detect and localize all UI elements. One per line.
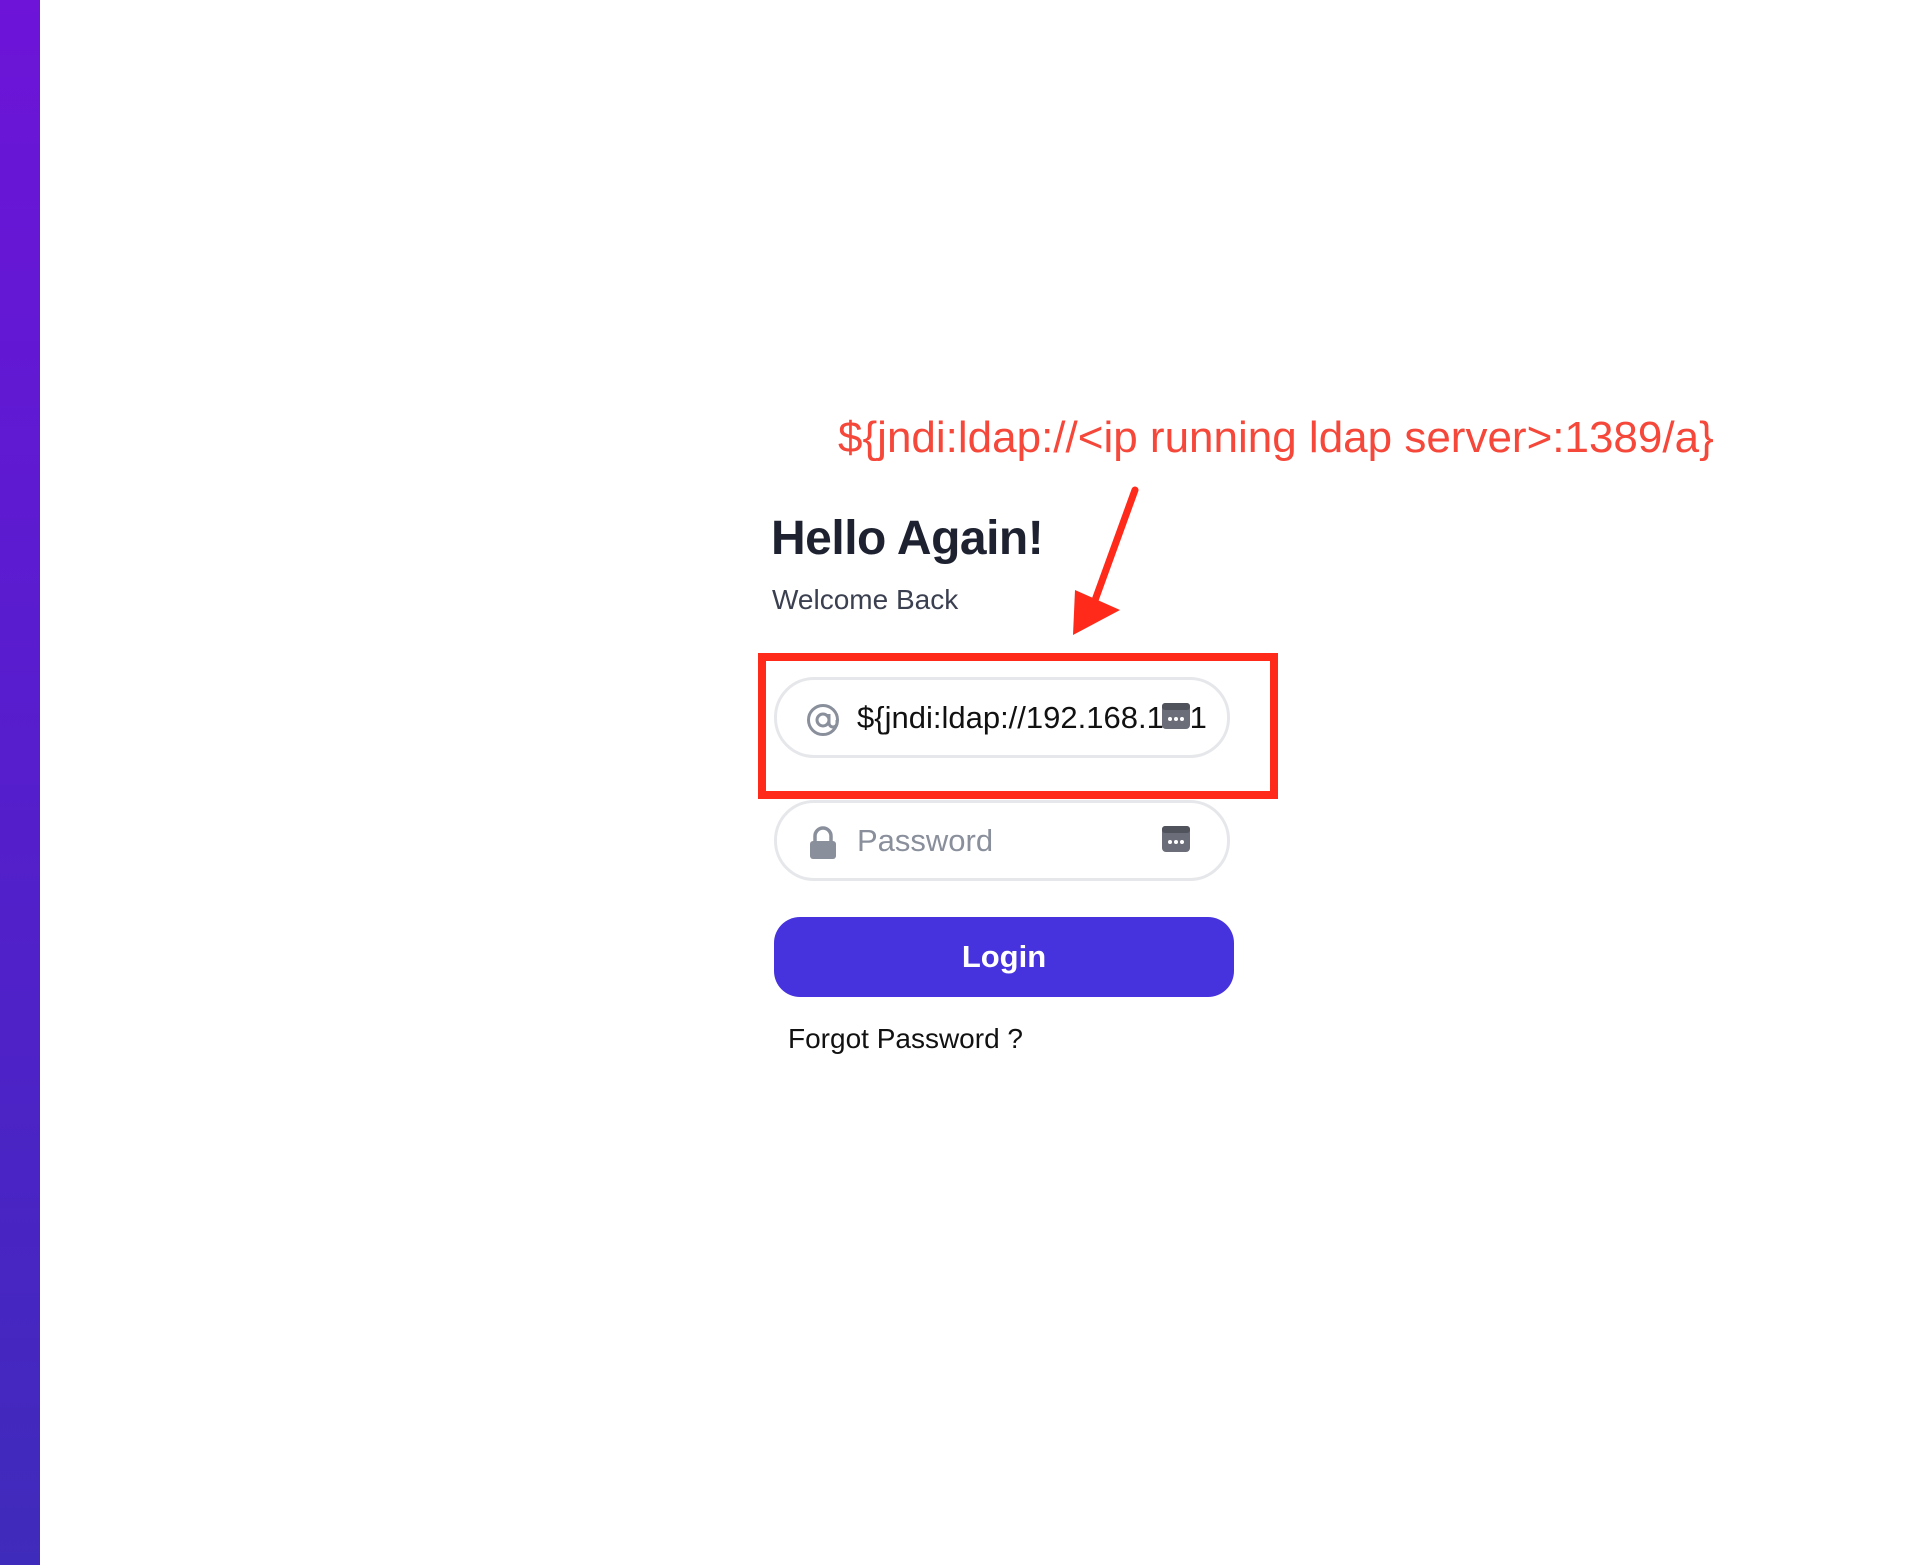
password-field[interactable]: Password xyxy=(774,800,1230,881)
login-page: Hello Again! Welcome Back ${jndi:ldap://… xyxy=(0,0,1914,1565)
annotation-highlight-box xyxy=(758,653,1278,799)
brand-gradient-panel xyxy=(0,0,40,1565)
password-manager-key-icon[interactable] xyxy=(1161,825,1191,853)
page-subtitle: Welcome Back xyxy=(772,584,959,615)
page-title: Hello Again! xyxy=(771,512,1044,565)
annotation-arrow-icon xyxy=(1073,486,1139,635)
forgot-password-link[interactable]: Forgot Password ? xyxy=(788,1023,1023,1055)
lock-icon xyxy=(805,825,841,861)
login-button[interactable]: Login xyxy=(774,917,1234,997)
annotation-label: ${jndi:ldap://<ip running ldap server>:1… xyxy=(838,413,1714,462)
